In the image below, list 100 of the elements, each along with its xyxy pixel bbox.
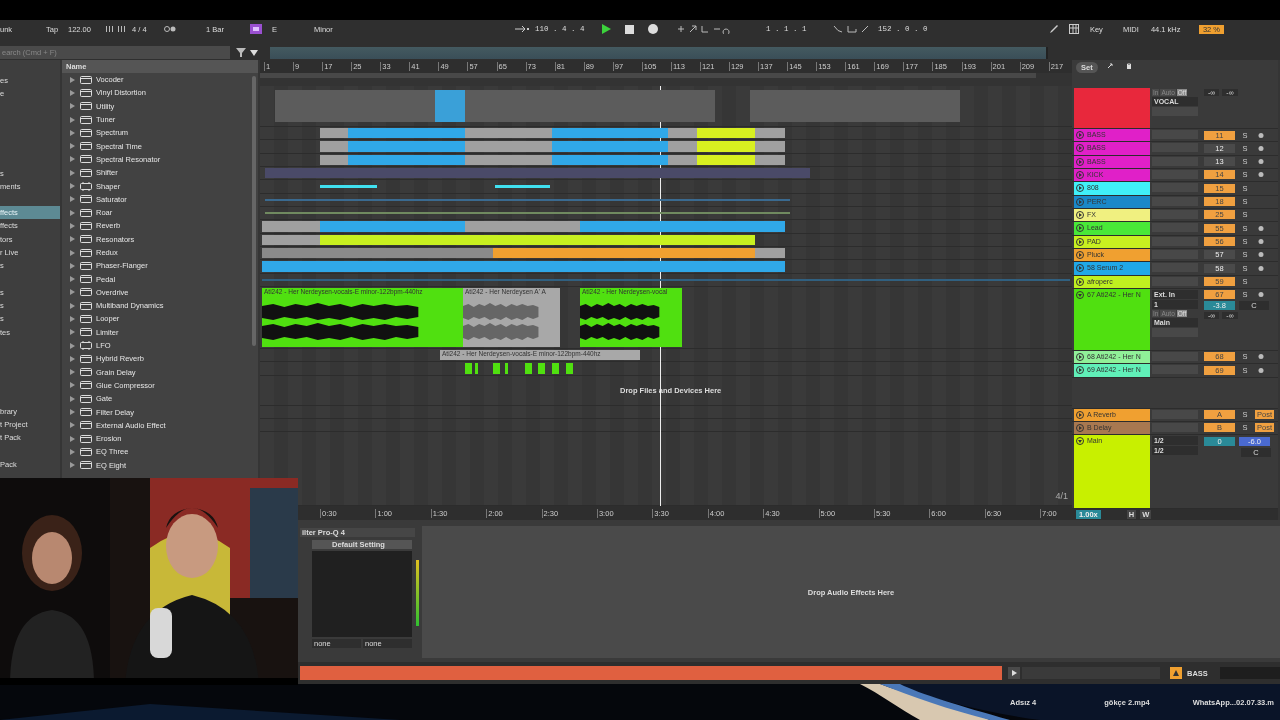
play-icon[interactable]	[1008, 667, 1020, 679]
clip[interactable]	[552, 363, 559, 374]
clip[interactable]	[348, 141, 465, 152]
input-slot[interactable]	[1152, 107, 1198, 116]
clip[interactable]	[525, 363, 532, 374]
input-slot[interactable]	[1152, 365, 1198, 375]
input-slot[interactable]	[1152, 409, 1198, 419]
clip[interactable]	[552, 128, 668, 139]
play-icon[interactable]	[1076, 184, 1084, 193]
input-slot[interactable]	[1152, 236, 1198, 246]
expand-arrow-icon[interactable]	[70, 316, 75, 322]
stop-icon[interactable]	[625, 24, 634, 34]
clip[interactable]	[755, 141, 785, 152]
follow-icon[interactable]	[515, 25, 529, 33]
play-icon[interactable]	[1076, 410, 1084, 419]
clip[interactable]	[320, 154, 348, 165]
input-slot[interactable]	[1152, 143, 1198, 153]
clip[interactable]	[465, 90, 715, 122]
clip[interactable]	[755, 154, 785, 165]
clip[interactable]	[320, 128, 348, 139]
play-icon[interactable]	[1076, 210, 1084, 219]
device-icon	[80, 328, 92, 337]
clip[interactable]	[262, 234, 320, 245]
clip[interactable]	[465, 154, 552, 165]
input-slot[interactable]	[1152, 156, 1198, 166]
clip[interactable]	[348, 128, 465, 139]
input-slot[interactable]	[1152, 183, 1198, 193]
play-icon[interactable]	[1076, 277, 1084, 286]
grid-icon[interactable]	[1068, 24, 1079, 34]
clip[interactable]	[755, 128, 785, 139]
clip[interactable]	[475, 363, 478, 374]
clip[interactable]	[552, 141, 668, 152]
clip[interactable]	[262, 221, 320, 232]
clip[interactable]	[493, 247, 755, 259]
play-icon[interactable]	[601, 24, 611, 34]
play-icon[interactable]	[1076, 437, 1084, 446]
warning-icon[interactable]	[1170, 667, 1182, 679]
metronome-icon[interactable]	[164, 25, 176, 33]
input-slot[interactable]	[1152, 351, 1198, 361]
pencil-icon[interactable]	[1048, 24, 1059, 34]
clip[interactable]	[262, 278, 1070, 281]
clip[interactable]	[697, 128, 755, 139]
clip[interactable]	[750, 90, 960, 122]
expand-arrow-icon[interactable]	[70, 183, 75, 189]
clip[interactable]	[697, 141, 755, 152]
input-slot[interactable]	[1152, 209, 1198, 219]
clip[interactable]	[668, 128, 697, 139]
play-icon[interactable]	[1076, 237, 1084, 246]
clip[interactable]	[262, 261, 785, 272]
input-slot[interactable]	[1152, 276, 1198, 286]
clip[interactable]	[435, 90, 465, 122]
clip[interactable]	[668, 154, 697, 165]
clip[interactable]	[348, 154, 465, 165]
record-icon[interactable]	[648, 24, 658, 34]
play-icon[interactable]	[1076, 224, 1084, 233]
clip[interactable]	[538, 363, 545, 374]
input-slot[interactable]	[1152, 196, 1198, 206]
clip[interactable]	[697, 154, 755, 165]
clip[interactable]	[265, 198, 790, 201]
clip[interactable]	[580, 221, 785, 232]
clip[interactable]	[265, 168, 810, 179]
input-slot[interactable]	[1152, 170, 1198, 179]
input-slot[interactable]	[1152, 130, 1198, 139]
play-icon[interactable]	[1076, 264, 1084, 273]
play-icon[interactable]	[1076, 366, 1084, 375]
caret-icon[interactable]	[250, 49, 258, 56]
track-header[interactable]	[1074, 88, 1150, 128]
scale-icon[interactable]	[250, 24, 262, 34]
clip[interactable]	[566, 363, 573, 374]
clip[interactable]	[495, 185, 550, 188]
input-slot[interactable]	[1152, 422, 1198, 432]
plugin-icon	[80, 341, 92, 351]
clip[interactable]	[755, 247, 785, 259]
clip[interactable]	[465, 141, 552, 152]
clip[interactable]	[320, 234, 755, 245]
clip[interactable]	[465, 221, 580, 232]
play-icon[interactable]	[1076, 290, 1084, 299]
metronome-bars-icon[interactable]	[106, 25, 126, 33]
device-icon	[80, 408, 92, 417]
scrollbar[interactable]	[252, 76, 256, 346]
play-icon[interactable]	[1076, 250, 1084, 259]
clip[interactable]	[493, 363, 500, 374]
clip[interactable]	[668, 141, 697, 152]
song-overview[interactable]	[270, 46, 1048, 59]
clip[interactable]	[320, 185, 377, 188]
filter-icon[interactable]	[236, 48, 246, 57]
clip[interactable]	[552, 154, 668, 165]
clip[interactable]	[262, 247, 493, 259]
input-slot[interactable]	[1152, 223, 1198, 233]
clip[interactable]	[465, 363, 472, 374]
device-icon	[80, 128, 92, 137]
clip[interactable]	[275, 90, 435, 122]
input-slot[interactable]	[1152, 263, 1198, 273]
play-icon[interactable]	[1076, 352, 1084, 361]
clip[interactable]	[465, 128, 552, 139]
clip[interactable]	[505, 363, 508, 374]
clip[interactable]	[320, 221, 465, 232]
input-slot[interactable]	[1152, 249, 1198, 259]
clip[interactable]	[320, 141, 348, 152]
clip[interactable]	[265, 211, 790, 215]
